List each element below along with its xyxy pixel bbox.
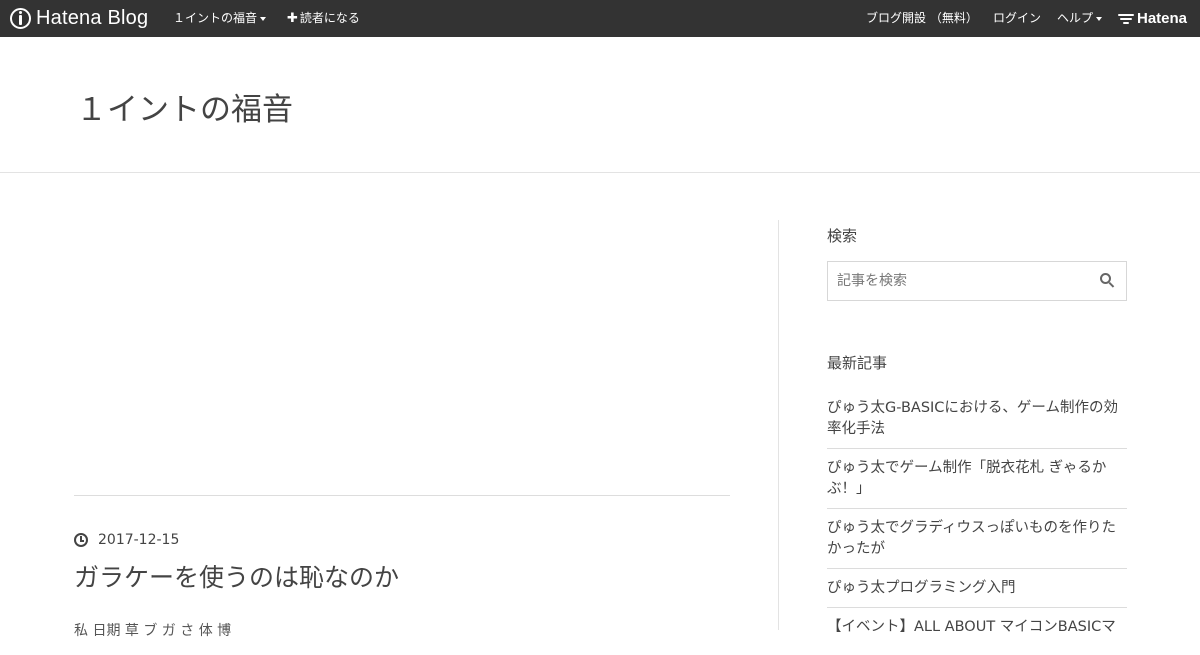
recent-entry-link[interactable]: ぴゅう太G-BASICにおける、ゲーム制作の効率化手法: [827, 398, 1127, 440]
hatena-blog-logo-icon: [10, 8, 31, 29]
recent-entry-link[interactable]: ぴゅう太でグラディウスっぽいものを作りたかったが: [827, 518, 1127, 560]
recent-entries-heading: 最新記事: [827, 354, 888, 372]
login-label: ログイン: [993, 11, 1042, 25]
list-item: 【イベント】ALL ABOUT マイコンBASICマ: [827, 617, 1127, 646]
chevron-down-icon: [1096, 16, 1103, 21]
search-form: [827, 261, 1127, 301]
global-header-bar: Hatena Blog １イントの福音 ✚ 読者になる ブログ開設 （無料） ログ…: [0, 0, 1200, 37]
hatena-logo-text: Hatena: [1137, 10, 1188, 27]
hatena-blog-logo-text: Hatena Blog: [36, 7, 149, 29]
help-dropdown[interactable]: ヘルプ: [1057, 0, 1103, 37]
hatena-blog-logo-link[interactable]: Hatena Blog: [10, 7, 148, 30]
recent-entry-link[interactable]: 【イベント】ALL ABOUT マイコンBASICマ: [827, 617, 1127, 638]
recent-entries-list: ぴゅう太G-BASICにおける、ゲーム制作の効率化手法 ぴゅう太でゲーム制作「脱…: [827, 398, 1127, 655]
entry-title[interactable]: ガラケーを使うのは恥なのか: [74, 558, 399, 594]
hatena-logo-link[interactable]: Hatena: [1118, 0, 1187, 37]
open-blog-label: ブログ開設 （無料）: [866, 11, 978, 25]
recent-entry-link[interactable]: ぴゅう太プログラミング入門: [827, 578, 1127, 599]
ad-placeholder: [74, 220, 730, 480]
blog-title[interactable]: １イントの福音: [76, 84, 293, 129]
entry-date-text: 2017-12-15: [98, 532, 180, 548]
hatena-wifi-icon: [1118, 13, 1134, 24]
blog-menu-dropdown[interactable]: １イントの福音: [173, 0, 267, 37]
list-item: ぴゅう太プログラミング入門: [827, 578, 1127, 608]
entry-date[interactable]: 2017-12-15: [74, 530, 179, 550]
recent-entry-link[interactable]: ぴゅう太でゲーム制作「脱衣花札 ぎゃるかぶ！」: [827, 458, 1127, 500]
open-blog-link[interactable]: ブログ開設 （無料）: [866, 0, 978, 37]
column-divider: [778, 220, 779, 630]
help-label: ヘルプ: [1057, 11, 1094, 25]
main-divider: [74, 495, 730, 496]
header-divider: [0, 172, 1200, 173]
list-item: ぴゅう太でゲーム制作「脱衣花札 ぎゃるかぶ！」: [827, 458, 1127, 509]
login-link[interactable]: ログイン: [993, 0, 1041, 37]
clock-icon: [74, 533, 88, 547]
plus-icon: ✚: [287, 11, 298, 26]
search-icon[interactable]: [1100, 273, 1116, 289]
list-item: ぴゅう太G-BASICにおける、ゲーム制作の効率化手法: [827, 398, 1127, 449]
subscribe-label: 読者になる: [299, 11, 360, 25]
search-input[interactable]: [828, 262, 1088, 300]
subscribe-button[interactable]: ✚ 読者になる: [287, 0, 360, 37]
blog-menu-label: １イントの福音: [173, 11, 258, 25]
list-item: ぴゅう太でグラディウスっぽいものを作りたかったが: [827, 518, 1127, 569]
search-heading: 検索: [827, 227, 858, 245]
entry-snippet: 私 日期 草 ブ ガ さ 体 博: [74, 623, 232, 639]
chevron-down-icon: [260, 16, 267, 21]
